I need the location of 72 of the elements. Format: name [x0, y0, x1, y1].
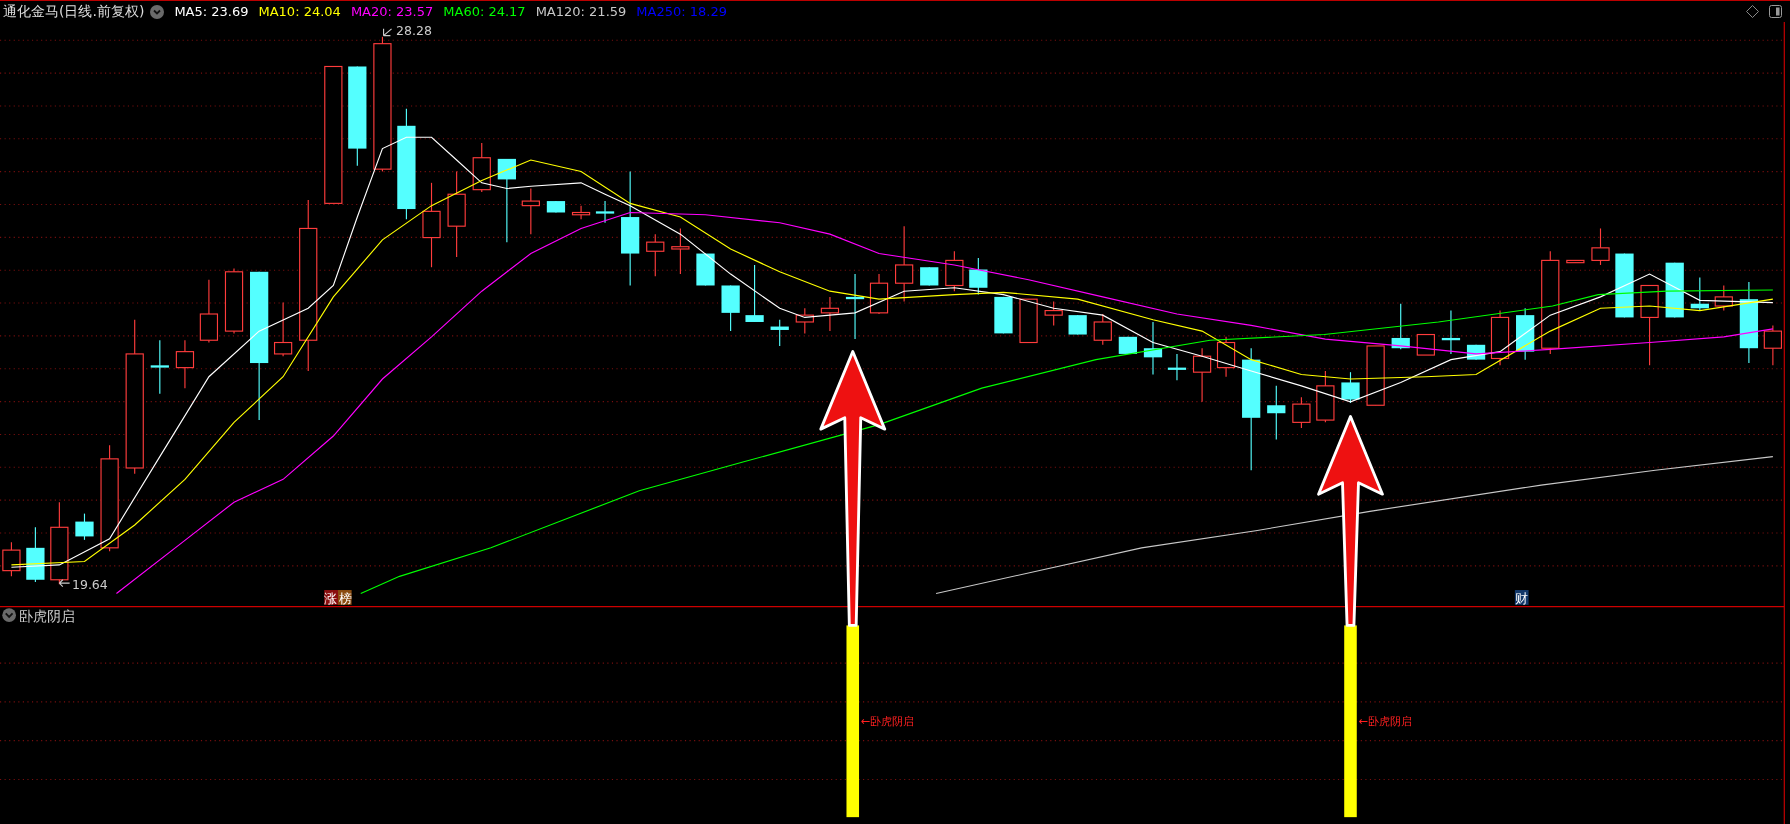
candlestick	[546, 200, 566, 214]
candlestick	[745, 264, 764, 323]
candlestick	[869, 273, 889, 315]
candlestick	[1615, 253, 1634, 318]
candlestick	[1665, 262, 1684, 318]
signal-label: ←卧虎阴启	[860, 713, 915, 728]
candlestick	[1416, 333, 1435, 356]
moving-average-legend: MA60: 24.17	[443, 4, 526, 19]
candlestick	[1093, 313, 1112, 346]
candlestick	[1292, 396, 1311, 429]
candlestick	[1192, 347, 1212, 403]
candlestick	[1591, 227, 1610, 266]
candlestick	[175, 339, 195, 389]
signal-label: ←卧虎阴启	[1358, 713, 1413, 728]
pointer-arrow-icon	[58, 579, 71, 588]
candlestick	[1690, 276, 1709, 312]
candlestick	[1763, 324, 1782, 366]
moving-average-legend: MA20: 23.57	[350, 4, 434, 19]
candlestick	[1316, 370, 1335, 423]
candlestick	[472, 142, 491, 193]
candlestick	[920, 266, 939, 287]
candlestick	[969, 257, 988, 296]
candlestick	[721, 284, 740, 332]
dropdown-icon[interactable]	[150, 4, 165, 19]
candlestick	[1516, 307, 1535, 361]
candlestick	[820, 296, 840, 332]
candlestick	[1167, 353, 1187, 381]
chart-title: 通化金马(日线.前复权)	[3, 2, 145, 21]
candlestick	[1341, 371, 1360, 404]
moving-average-legend: MA120: 21.59	[535, 4, 627, 19]
candlestick	[224, 267, 244, 334]
candlestick	[26, 526, 45, 583]
event-badge[interactable]: 财	[1514, 590, 1529, 606]
candlestick	[945, 250, 964, 292]
diamond-icon[interactable]	[1746, 5, 1759, 18]
panel-toggle-icon[interactable]	[1769, 5, 1782, 18]
moving-average-legend: MA10: 24.04	[258, 4, 341, 19]
candlestick	[1068, 314, 1087, 336]
high-price-label: 28.28	[396, 22, 433, 38]
candlestick	[1441, 310, 1461, 355]
candlestick	[671, 227, 690, 275]
candlestick	[795, 307, 814, 334]
candlestick	[521, 187, 540, 235]
dropdown-icon[interactable]	[2, 608, 16, 622]
candlestick	[646, 233, 665, 277]
candlestick	[1267, 385, 1286, 441]
pointer-arrow-icon	[383, 28, 393, 37]
candlestick	[1019, 298, 1038, 344]
candlestick	[994, 296, 1013, 334]
low-price-label: 19.64	[71, 576, 108, 592]
candlestick	[1714, 284, 1733, 312]
event-badge[interactable]: 涨榜	[324, 590, 352, 606]
moving-average-legend: MA5: 23.69	[174, 4, 249, 19]
candlestick	[1366, 345, 1385, 406]
candlestick	[1044, 300, 1063, 326]
candlestick	[274, 302, 293, 357]
candlestick	[1391, 303, 1410, 350]
candlestick	[1143, 321, 1163, 375]
indicator-name: 卧虎阴启	[19, 607, 76, 624]
candlestick	[696, 253, 715, 287]
candlestick	[1566, 259, 1585, 264]
candlestick	[1216, 336, 1236, 378]
candlestick	[571, 205, 591, 220]
candlestick	[845, 273, 865, 340]
candlestick	[1490, 310, 1510, 366]
candlestick	[1118, 336, 1137, 355]
candlestick	[199, 279, 219, 344]
candlestick	[75, 513, 94, 541]
moving-average-legend: MA250: 18.29	[636, 4, 727, 19]
candlestick	[150, 339, 169, 395]
candlestick	[770, 319, 789, 347]
candlestick	[595, 200, 615, 224]
